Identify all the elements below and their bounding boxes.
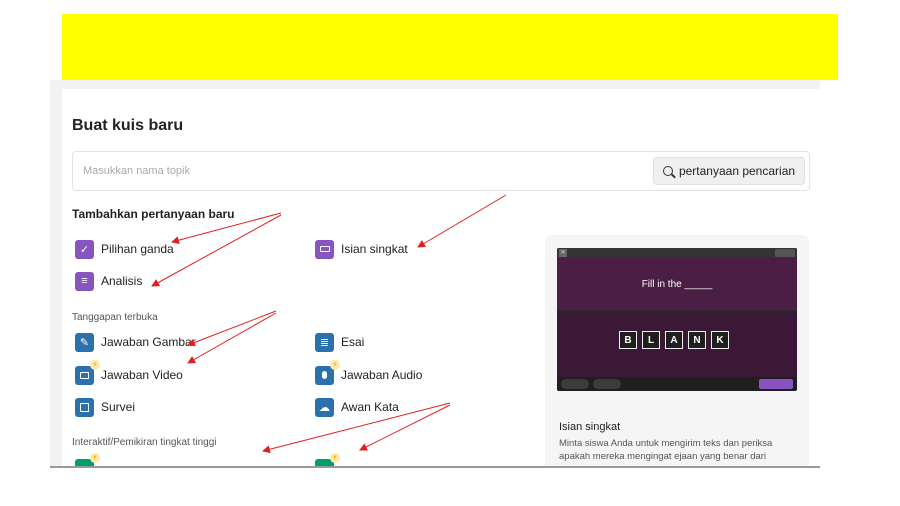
question-type-word-cloud[interactable]: ☁ Awan Kata	[315, 397, 399, 417]
question-type-interactive-1[interactable]: ⚡	[75, 452, 100, 466]
question-type-label: Pilihan ganda	[101, 242, 174, 256]
search-button-label: pertanyaan pencarian	[678, 164, 796, 178]
question-type-essay[interactable]: ≣ Esai	[315, 332, 364, 352]
question-type-fill-in-blank[interactable]: Isian singkat	[315, 239, 408, 259]
question-type-label: Jawaban Gambar	[101, 335, 196, 349]
section-heading-open-ended: Tanggapan terbuka	[72, 312, 158, 323]
section-heading-add-new: Tambahkan pertanyaan baru	[72, 207, 235, 221]
list-icon: ≡	[75, 271, 94, 291]
cloud-icon: ☁	[315, 397, 334, 417]
question-type-preview: ✕ Fill in the _____ B L A N K Isian sing…	[545, 235, 809, 466]
interactive-icon: ⚡	[315, 452, 340, 466]
close-icon: ✕	[559, 249, 567, 257]
search-icon	[662, 166, 673, 176]
question-type-poll[interactable]: Survei	[75, 397, 135, 417]
page-title: Buat kuis baru	[72, 117, 184, 134]
microphone-icon: ⚡	[315, 359, 340, 385]
textbox-icon	[315, 239, 334, 259]
paragraph-icon: ≣	[315, 332, 334, 352]
question-type-label: Awan Kata	[341, 400, 399, 414]
search-questions-button[interactable]: pertanyaan pencarian	[653, 157, 805, 185]
question-type-label: Analisis	[101, 274, 143, 288]
preview-question-text: Fill in the _____	[557, 258, 797, 310]
section-heading-interactive: Interaktif/Pemikiran tingkat tinggi	[72, 437, 217, 448]
lightning-icon: ⚡	[330, 452, 340, 463]
checkbox-icon: ✓	[75, 239, 94, 259]
question-type-label: Survei	[101, 400, 136, 414]
lightning-icon: ⚡	[90, 359, 100, 370]
interactive-icon: ⚡	[75, 452, 100, 466]
question-type-label: Jawaban Audio	[341, 368, 423, 382]
question-type-label: Esai	[341, 335, 365, 349]
preview-title: Isian singkat	[559, 421, 621, 433]
letter-box: A	[665, 331, 683, 349]
topic-name-input[interactable]	[73, 152, 653, 190]
preview-submit-button	[759, 379, 793, 389]
lightning-icon: ⚡	[330, 359, 340, 370]
preview-description: Minta siswa Anda untuk mengirim teks dan…	[559, 438, 773, 462]
question-type-label: Isian singkat	[341, 242, 408, 256]
draw-icon: ✎	[75, 332, 94, 352]
letter-box: N	[688, 331, 706, 349]
video-icon: ⚡	[75, 359, 100, 385]
letter-box: L	[642, 331, 660, 349]
preview-letter-boxes: B L A N K	[619, 331, 729, 349]
create-quiz-card: Buat kuis baru pertanyaan pencarian Tamb…	[62, 89, 820, 466]
preview-answer-area: B L A N K	[557, 311, 797, 377]
preview-pill	[561, 379, 589, 389]
lightning-icon: ⚡	[90, 452, 100, 463]
preview-screenshot: ✕ Fill in the _____ B L A N K	[557, 248, 797, 391]
yellow-banner	[62, 14, 838, 80]
question-type-analysis[interactable]: ≡ Analisis	[75, 271, 142, 291]
preview-topbar: ✕	[557, 248, 797, 258]
question-type-label: Jawaban Video	[101, 368, 183, 382]
topic-search-bar: pertanyaan pencarian	[72, 151, 810, 191]
preview-bottombar	[557, 377, 797, 391]
preview-toolbar-button	[775, 249, 795, 257]
question-type-audio-response[interactable]: ⚡ Jawaban Audio	[315, 359, 423, 385]
question-type-multiple-choice[interactable]: ✓ Pilihan ganda	[75, 239, 174, 259]
question-type-interactive-2[interactable]: ⚡	[315, 452, 340, 466]
question-type-video-response[interactable]: ⚡ Jawaban Video	[75, 359, 183, 385]
poll-icon	[75, 397, 94, 417]
preview-pill	[593, 379, 621, 389]
question-type-draw[interactable]: ✎ Jawaban Gambar	[75, 332, 196, 352]
quiz-panel: Buat kuis baru pertanyaan pencarian Tamb…	[50, 80, 820, 468]
letter-box: B	[619, 331, 637, 349]
letter-box: K	[711, 331, 729, 349]
